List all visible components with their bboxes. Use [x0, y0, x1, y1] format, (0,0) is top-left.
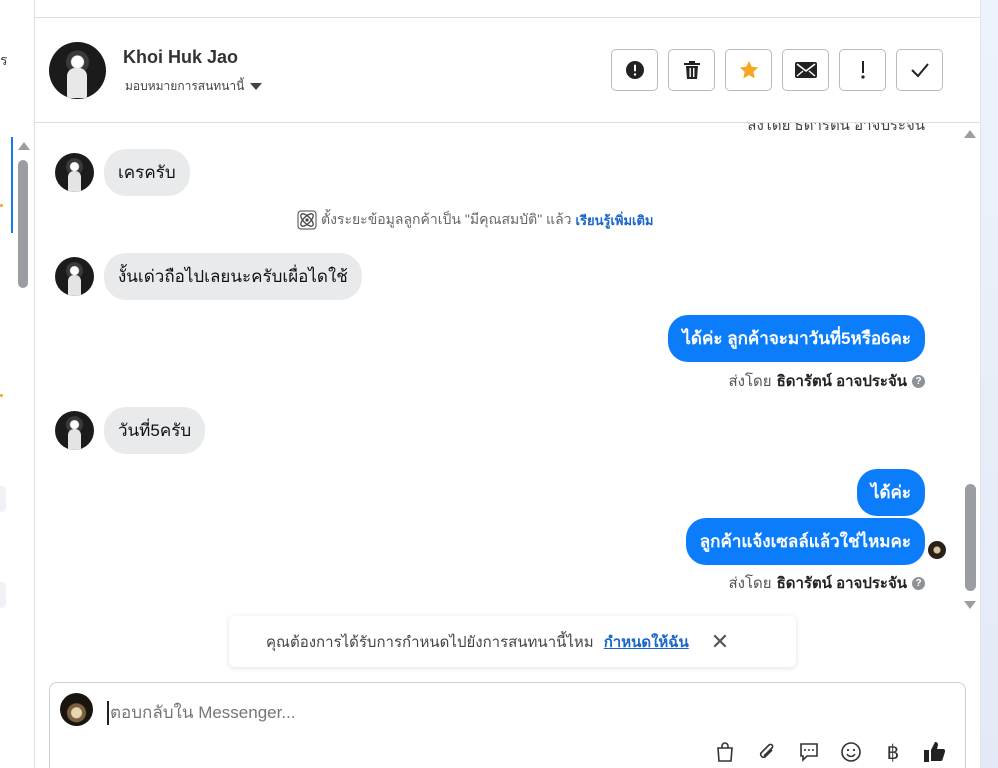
delete-button[interactable]	[668, 49, 715, 91]
cut-off-label: ร	[0, 52, 8, 68]
paperclip-icon[interactable]	[754, 739, 780, 765]
composer-actions: ฿	[712, 739, 948, 765]
follow-up-button[interactable]	[839, 49, 886, 91]
sent-by-prefix: ส่งโดย	[728, 575, 772, 592]
assign-prompt-toast: คุณต้องการได้รับการกำหนดไปยังการสนทนานี้…	[229, 616, 796, 667]
incoming-message-bubble[interactable]: เครครับ	[104, 149, 190, 196]
star-icon	[738, 59, 760, 81]
check-icon	[910, 62, 930, 78]
contact-avatar[interactable]	[55, 411, 94, 450]
conversation-toolbar	[611, 49, 943, 91]
incoming-message-row: เครครับ	[55, 149, 190, 196]
scroll-up-arrow[interactable]	[964, 130, 976, 138]
incoming-message-row: วันที่5ครับ	[55, 407, 206, 454]
list-item-fragment[interactable]	[0, 486, 6, 512]
baht-icon[interactable]: ฿	[880, 739, 906, 765]
message-thread: ส่งโดย ธิดารัตน์ อาจประจัน เครครับ ตั้งร…	[35, 123, 965, 678]
sender-name: ธิดารัตน์ อาจประจัน	[776, 575, 907, 592]
thread-scrollbar[interactable]	[965, 484, 976, 591]
outgoing-message-bubble[interactable]: ได้ค่ะ ลูกค้าจะมาวันที่5หรือ6คะ	[668, 315, 925, 362]
reply-input[interactable]	[107, 701, 907, 725]
contact-avatar[interactable]	[55, 257, 94, 296]
incoming-message-row: งั้นเด่วถือไปเลยนะครับเผื่อไดใช้	[55, 253, 362, 300]
assign-prompt-text: คุณต้องการได้รับการกำหนดไปยังการสนทนานี้…	[266, 633, 594, 651]
assign-label: มอบหมายการสนทนานี้	[125, 79, 245, 93]
thumbs-up-icon[interactable]	[922, 739, 948, 765]
learn-more-link[interactable]: เรียนรู้เพิ่มเติม	[576, 210, 654, 231]
sent-by-label: ส่งโดย ธิดารัตน์ อาจประจัน ?	[728, 571, 925, 595]
saved-reply-icon[interactable]	[796, 739, 822, 765]
list-item-fragment[interactable]	[0, 582, 6, 608]
sent-by-cutoff: ส่งโดย ธิดารัตน์ อาจประจัน	[747, 123, 925, 134]
unread-dot	[0, 394, 3, 397]
mark-spam-button[interactable]	[611, 49, 658, 91]
caret-down-icon	[250, 83, 263, 90]
conversation-header: Khoi Huk Jao มอบหมายการสนทนานี้	[35, 18, 980, 123]
page-avatar	[60, 693, 93, 726]
incoming-message-bubble[interactable]: งั้นเด่วถือไปเลยนะครับเผื่อไดใช้	[104, 253, 362, 300]
star-button[interactable]	[725, 49, 772, 91]
right-edge-panel	[980, 0, 998, 768]
message-composer: ฿	[49, 682, 966, 768]
envelope-icon	[794, 62, 817, 78]
help-icon[interactable]: ?	[912, 576, 925, 590]
exclamation-icon	[860, 60, 866, 80]
shopping-bag-icon[interactable]	[712, 739, 738, 765]
mark-unread-button[interactable]	[782, 49, 829, 91]
scroll-down-arrow[interactable]	[964, 601, 976, 609]
contact-avatar[interactable]	[55, 153, 94, 192]
contact-avatar[interactable]	[49, 42, 106, 99]
list-scrollbar[interactable]	[18, 160, 28, 288]
conversation-list-strip: ร	[0, 0, 35, 768]
assign-to-me-link[interactable]: กำหนดให้ฉัน	[604, 630, 689, 654]
trash-icon	[683, 60, 701, 80]
active-conversation-indicator	[11, 137, 13, 233]
sent-by-label: ส่งโดย ธิดารัตน์ อาจประจัน ?	[728, 369, 925, 393]
assign-dropdown[interactable]: มอบหมายการสนทนานี้	[125, 77, 263, 96]
unread-dot	[0, 204, 3, 207]
outgoing-message-bubble[interactable]: ได้ค่ะ	[856, 469, 925, 516]
emoji-icon[interactable]	[838, 739, 864, 765]
done-button[interactable]	[896, 49, 943, 91]
alert-circle-icon	[625, 60, 645, 80]
scroll-up-arrow[interactable]	[18, 142, 30, 150]
sender-name: ธิดารัตน์ อาจประจัน	[776, 373, 907, 390]
help-icon[interactable]: ?	[912, 374, 925, 388]
system-notice: ตั้งระยะข้อมูลลูกค้าเป็น "มีคุณสมบัติ" แ…	[297, 209, 653, 231]
contact-name[interactable]: Khoi Huk Jao	[123, 47, 238, 68]
system-notice-text: ตั้งระยะข้อมูลลูกค้าเป็น "มีคุณสมบัติ" แ…	[321, 211, 572, 227]
close-icon[interactable]: ✕	[711, 630, 729, 653]
incoming-message-bubble[interactable]: วันที่5ครับ	[104, 407, 206, 454]
sent-by-prefix: ส่งโดย	[728, 373, 772, 390]
outgoing-message-bubble[interactable]: ลูกค้าแจ้งเซลล์แล้วใช่ไหมคะ	[685, 518, 925, 565]
seen-avatar	[928, 541, 946, 559]
atom-icon	[297, 210, 317, 230]
